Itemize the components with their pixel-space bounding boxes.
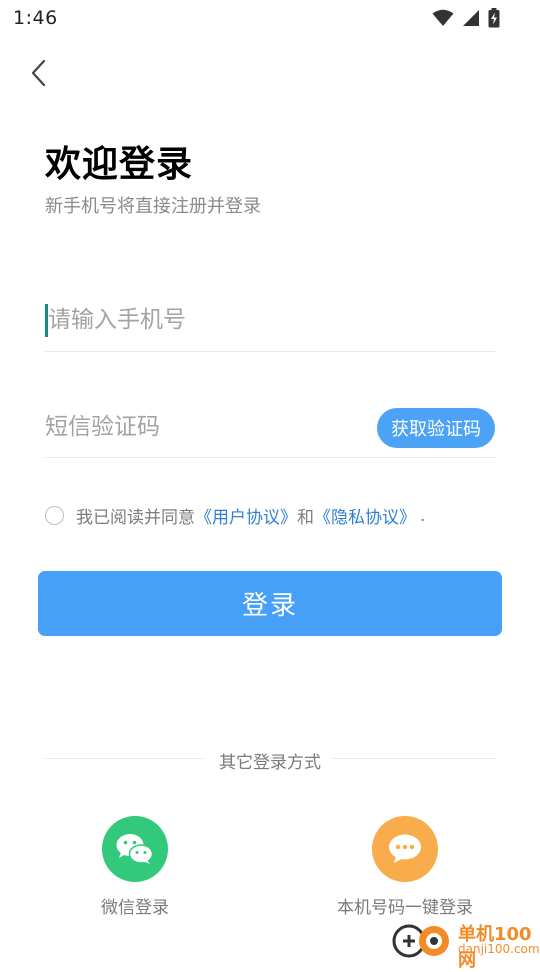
login-button[interactable]: 登录 bbox=[38, 571, 502, 636]
agreement-row: 我已阅读并同意 《用户协议》 和 《隐私协议》 . bbox=[45, 503, 425, 528]
chevron-left-icon bbox=[31, 59, 46, 87]
phone-field bbox=[45, 300, 498, 352]
page-subtitle: 新手机号将直接注册并登录 bbox=[45, 196, 261, 217]
battery-charging-icon bbox=[488, 8, 500, 28]
chat-bubble-icon bbox=[389, 834, 421, 863]
privacy-policy-link[interactable]: 《隐私协议》 bbox=[314, 503, 416, 528]
get-code-button[interactable]: 获取验证码 bbox=[377, 408, 495, 448]
user-agreement-link[interactable]: 《用户协议》 bbox=[195, 503, 297, 528]
agreement-conjunction: 和 bbox=[297, 508, 314, 528]
status-bar: 1:46 bbox=[0, 0, 540, 36]
wechat-icon bbox=[116, 834, 154, 864]
status-icons bbox=[432, 8, 500, 28]
agreement-prefix: 我已阅读并同意 bbox=[76, 508, 195, 528]
phone-input[interactable] bbox=[45, 300, 498, 340]
back-button[interactable] bbox=[22, 55, 58, 91]
one-click-icon-circle bbox=[372, 816, 438, 882]
agreement-suffix: . bbox=[420, 505, 426, 526]
page-title: 欢迎登录 bbox=[45, 144, 194, 185]
wifi-icon bbox=[432, 9, 454, 26]
wechat-login-button[interactable]: 微信登录 bbox=[90, 816, 180, 918]
other-methods-label: 其它登录方式 bbox=[219, 753, 321, 773]
watermark-logo-icon bbox=[392, 924, 449, 958]
sms-code-field: 获取验证码 bbox=[45, 407, 495, 458]
status-time: 1:46 bbox=[13, 7, 58, 29]
wechat-icon-circle bbox=[102, 816, 168, 882]
cellular-signal-icon bbox=[463, 10, 479, 26]
divider-right bbox=[332, 758, 495, 759]
one-click-login-button[interactable]: 本机号码一键登录 bbox=[315, 816, 495, 918]
text-cursor bbox=[45, 304, 48, 337]
sms-code-input[interactable] bbox=[45, 407, 345, 447]
wechat-login-label: 微信登录 bbox=[101, 898, 169, 918]
watermark-url: danji100.com bbox=[458, 942, 540, 956]
one-click-login-label: 本机号码一键登录 bbox=[337, 898, 473, 918]
agreement-checkbox[interactable] bbox=[45, 506, 64, 525]
watermark: 单机100网 danji100.com bbox=[392, 918, 540, 971]
